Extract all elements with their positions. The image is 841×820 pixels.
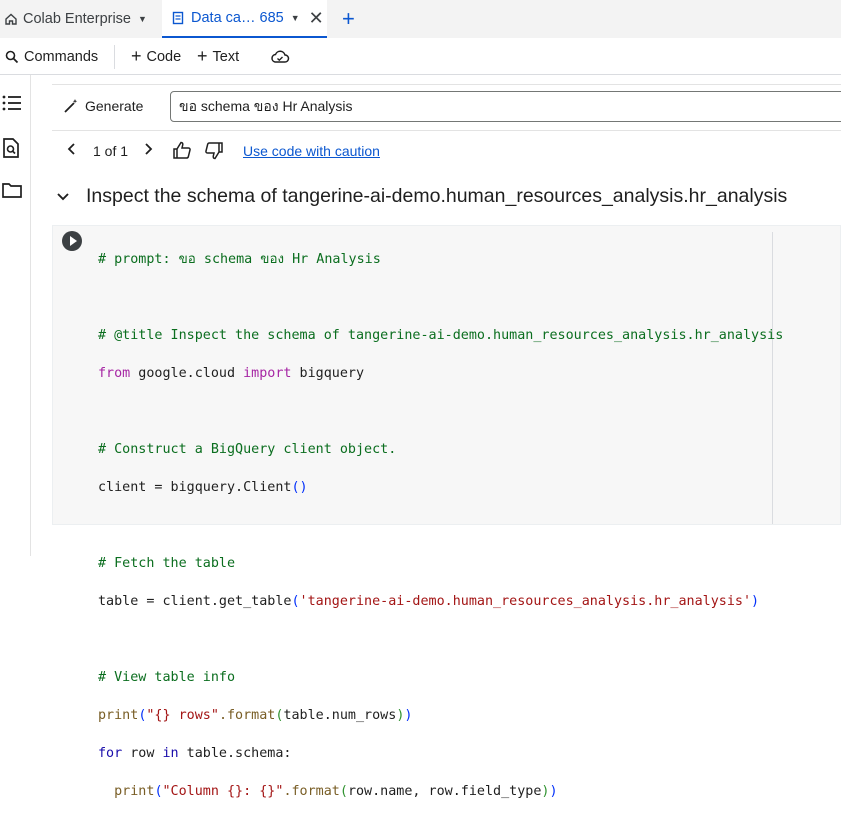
find-in-page-icon bbox=[3, 138, 19, 158]
commands-button[interactable]: Commands bbox=[5, 38, 98, 75]
plus-icon: + bbox=[197, 46, 208, 66]
tab-label: Data ca… 685 bbox=[191, 10, 284, 26]
toolbar bbox=[0, 38, 841, 75]
home-icon bbox=[5, 13, 17, 25]
code-line: # View table info bbox=[98, 670, 236, 685]
prompt-input[interactable]: ขอ schema ของ Hr Analysis bbox=[170, 91, 841, 122]
folder-icon bbox=[2, 183, 22, 198]
code-token: import bbox=[243, 366, 292, 381]
thumbs-up-icon bbox=[173, 141, 191, 159]
code-line: # prompt: ขอ schema ของ Hr Analysis bbox=[98, 252, 381, 267]
code-token: table.num_rows bbox=[283, 708, 397, 723]
chevron-right-icon bbox=[145, 143, 153, 155]
add-code-button[interactable]: + Code bbox=[131, 38, 181, 75]
magic-wand-icon bbox=[64, 99, 78, 113]
code-token: bigquery bbox=[291, 366, 365, 381]
next-button[interactable] bbox=[142, 141, 154, 160]
pager-label: 1 of 1 bbox=[93, 143, 129, 159]
code-line: print("Column {}: {}".format(row.name, r… bbox=[98, 782, 783, 801]
add-text-button[interactable]: + Text bbox=[197, 38, 239, 75]
chevron-down-icon bbox=[57, 193, 69, 201]
new-tab-button[interactable]: + bbox=[342, 8, 355, 30]
previous-button[interactable] bbox=[66, 141, 78, 160]
code-token: .format bbox=[283, 784, 340, 799]
thumbs-down-button[interactable] bbox=[204, 142, 224, 163]
code-token: ) bbox=[541, 784, 550, 799]
chevron-down-icon[interactable]: ▼ bbox=[138, 14, 147, 24]
code-line: # Fetch the table bbox=[98, 556, 236, 571]
thumbs-up-button[interactable] bbox=[172, 141, 192, 162]
code-token: 'tangerine-ai-demo.human_resources_analy… bbox=[299, 594, 752, 609]
code-token: ) bbox=[549, 784, 558, 799]
code-line: print("{} rows".format(table.num_rows)) bbox=[98, 706, 783, 725]
tab-label: Colab Enterprise bbox=[23, 11, 131, 27]
thumbs-down-icon bbox=[205, 142, 223, 160]
code-token: in bbox=[162, 746, 179, 761]
code-token: ) bbox=[751, 594, 760, 609]
notebook-icon bbox=[172, 11, 184, 25]
commands-label: Commands bbox=[24, 48, 99, 65]
search-icon bbox=[5, 50, 19, 63]
code-line: # @title Inspect the schema of tangerine… bbox=[98, 328, 784, 343]
table-of-contents-button[interactable] bbox=[1, 93, 23, 115]
code-token: row bbox=[122, 746, 163, 761]
code-line: for row in table.schema: bbox=[98, 744, 783, 763]
code-token: print bbox=[98, 708, 139, 723]
cloud-icon bbox=[271, 50, 290, 63]
code-token: ) bbox=[396, 708, 405, 723]
code-token: google.cloud bbox=[130, 366, 244, 381]
code-token: row.name, row.field_type bbox=[347, 784, 542, 799]
code-token: table.schema: bbox=[178, 746, 292, 761]
code-line: # Construct a BigQuery client object. bbox=[98, 442, 397, 457]
result-pager-row bbox=[52, 130, 841, 172]
close-icon[interactable]: ✕ bbox=[309, 8, 324, 29]
code-token: client = bigquery.Client bbox=[98, 480, 292, 495]
toolbar-divider bbox=[114, 45, 115, 69]
code-line: from google.cloud import bigquery bbox=[98, 364, 783, 383]
code-token: ( bbox=[291, 594, 300, 609]
generate-label: Generate bbox=[85, 98, 144, 114]
section-title: Inspect the schema of tangerine-ai-demo.… bbox=[86, 185, 788, 207]
code-token: ( bbox=[275, 708, 284, 723]
code-token: for bbox=[98, 746, 123, 761]
find-button[interactable] bbox=[1, 137, 23, 159]
code-token: ( bbox=[154, 784, 163, 799]
collapse-section-button[interactable] bbox=[56, 190, 70, 208]
code-token: ( bbox=[339, 784, 348, 799]
generate-button[interactable]: Generate bbox=[56, 88, 143, 124]
code-line: client = bigquery.Client() bbox=[98, 478, 783, 497]
code-token: () bbox=[291, 480, 308, 495]
text-label: Text bbox=[212, 48, 240, 65]
files-button[interactable] bbox=[1, 181, 23, 203]
plus-icon: + bbox=[131, 46, 142, 66]
chevron-left-icon bbox=[67, 143, 75, 155]
code-token: print bbox=[98, 784, 155, 799]
tab-colab-enterprise[interactable]: Colab Enterprise ▼ bbox=[4, 0, 147, 38]
chevron-down-icon[interactable]: ▼ bbox=[291, 13, 300, 23]
list-icon bbox=[2, 95, 21, 111]
code-line: table = client.get_table('tangerine-ai-d… bbox=[98, 592, 783, 611]
code-token: ) bbox=[404, 708, 413, 723]
cloud-save-button[interactable] bbox=[270, 38, 290, 75]
code-token: ( bbox=[138, 708, 147, 723]
run-cell-button[interactable] bbox=[62, 231, 82, 251]
code-editor[interactable]: # prompt: ขอ schema ของ Hr Analysis # @t… bbox=[98, 231, 783, 820]
tab-notebook[interactable]: Data ca… 685 ▼ ✕ bbox=[162, 0, 327, 38]
code-token: from bbox=[98, 366, 131, 381]
use-code-with-caution-link[interactable]: Use code with caution bbox=[243, 143, 380, 159]
code-token: .format bbox=[218, 708, 276, 723]
plus-icon: + bbox=[342, 6, 355, 31]
code-token: table = client.get_table bbox=[98, 594, 292, 609]
code-label: Code bbox=[146, 48, 182, 65]
code-token: "{} rows" bbox=[146, 708, 219, 723]
code-token: "Column {}: {}" bbox=[162, 784, 284, 799]
